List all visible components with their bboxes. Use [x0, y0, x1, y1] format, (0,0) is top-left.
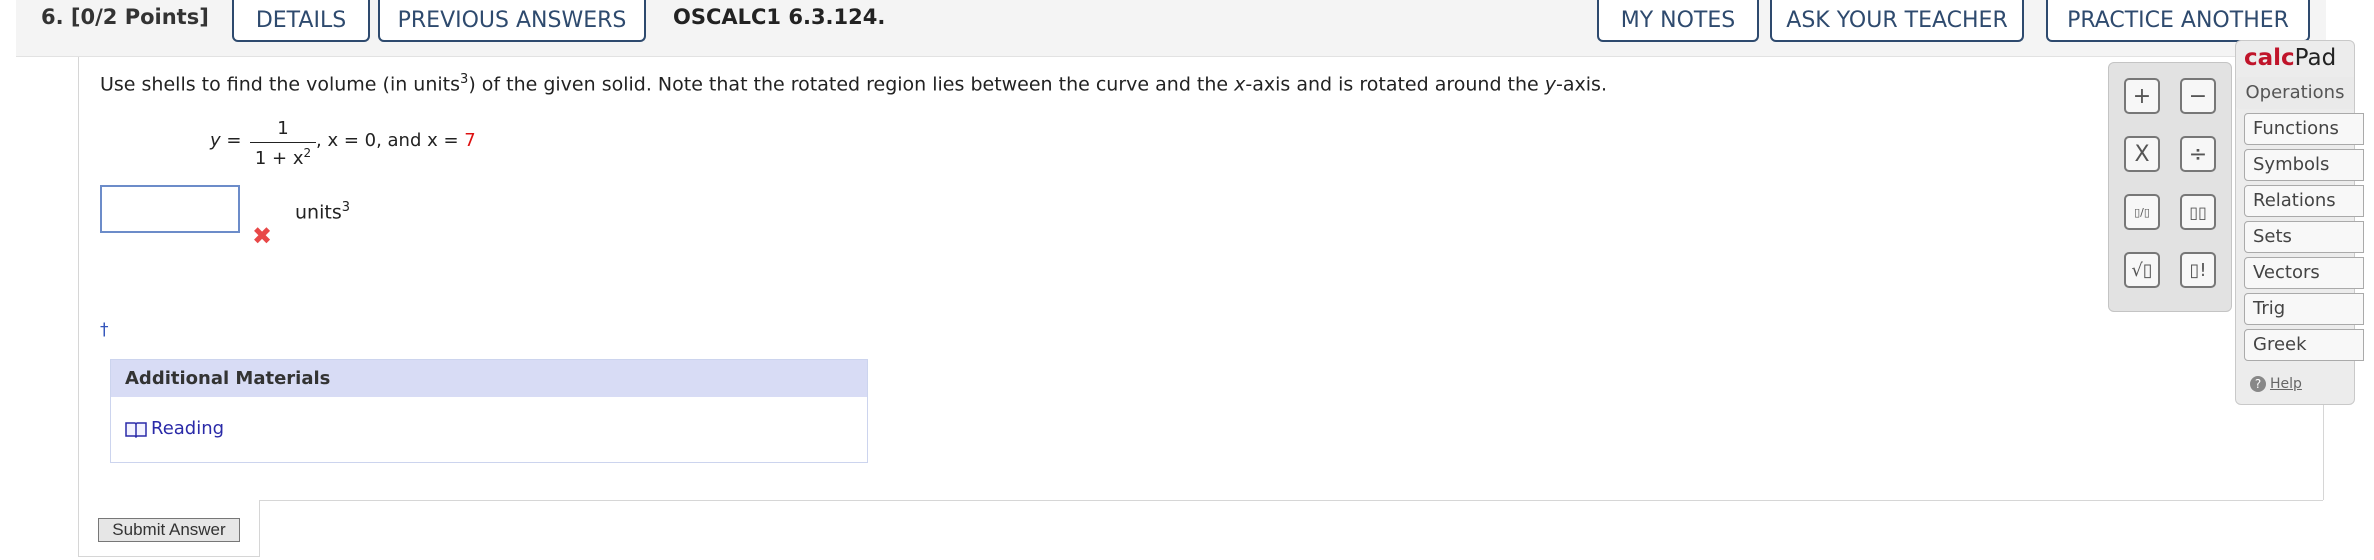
ask-your-teacher-button[interactable]: ASK YOUR TEACHER: [1770, 0, 2024, 42]
calcpad-tab-vectors[interactable]: Vectors: [2244, 257, 2364, 289]
practice-another-button[interactable]: PRACTICE ANOTHER: [2046, 0, 2310, 42]
calcpad-tab-greek[interactable]: Greek: [2244, 329, 2364, 361]
reading-link[interactable]: Reading: [125, 418, 224, 439]
calcpad-divide-button[interactable]: ÷: [2180, 136, 2216, 172]
reading-label: Reading: [151, 418, 225, 439]
equation-fraction: 1 1 + x2: [250, 118, 316, 169]
my-notes-button[interactable]: MY NOTES: [1597, 0, 1759, 42]
equation-lhs: y =: [210, 130, 242, 151]
details-button[interactable]: DETAILS: [232, 0, 370, 42]
help-icon: ?: [2250, 376, 2266, 392]
additional-materials-title: Additional Materials: [111, 360, 867, 397]
previous-answers-button[interactable]: PREVIOUS ANSWERS: [378, 0, 646, 42]
incorrect-icon: ✖: [252, 222, 273, 250]
calcpad-plus-button[interactable]: +: [2124, 78, 2160, 114]
units-label: units3: [295, 200, 350, 224]
footnote-dagger: †: [100, 320, 109, 340]
book-icon: [125, 421, 147, 438]
calcpad-sqrt-button[interactable]: √▯: [2124, 252, 2160, 288]
calcpad-tab-operations[interactable]: Operations: [2236, 77, 2354, 109]
question-prompt: Use shells to find the volume (in units3…: [100, 72, 1607, 96]
fraction-bar: [250, 142, 316, 143]
calcpad-tab-sets[interactable]: Sets: [2244, 221, 2364, 253]
content-frame-left: [78, 57, 79, 556]
equation-bounds: , x = 0, and x = 7: [316, 130, 476, 151]
fraction-denominator: 1 + x2: [254, 146, 312, 169]
calcpad-tab-functions[interactable]: Functions: [2244, 113, 2364, 145]
calcpad-fraction-button[interactable]: ▯/▯: [2124, 194, 2160, 230]
calcpad-multiply-button[interactable]: X: [2124, 136, 2160, 172]
content-frame-bottom: [260, 500, 2323, 501]
calcpad-title: calcPad: [2244, 45, 2337, 71]
additional-materials-panel: Additional Materials Reading: [110, 359, 868, 463]
calcpad-help-link[interactable]: ? Help: [2250, 376, 2302, 392]
content-frame-bottom-outer: [78, 556, 260, 557]
calcpad-tab-trig[interactable]: Trig: [2244, 293, 2364, 325]
question-id: OSCALC1 6.3.124.: [673, 5, 886, 29]
calcpad-tab-relations[interactable]: Relations: [2244, 185, 2364, 217]
calcpad-sidebar: calcPad Operations Functions Symbols Rel…: [2235, 40, 2364, 405]
calcpad-factorial-button[interactable]: ▯!: [2180, 252, 2216, 288]
calcpad-tab-symbols[interactable]: Symbols: [2244, 149, 2364, 181]
calcpad-exponent-button[interactable]: ▯▯: [2180, 194, 2216, 230]
question-number-points: 6. [0/2 Points]: [41, 5, 209, 29]
fraction-numerator: 1: [277, 118, 289, 139]
answer-input[interactable]: [100, 185, 240, 233]
calcpad-minus-button[interactable]: −: [2180, 78, 2216, 114]
upper-limit-value: 7: [464, 130, 476, 151]
question-number: 6.: [41, 5, 64, 29]
points-label: [0/2 Points]: [70, 5, 209, 29]
content-frame-notch: [259, 500, 260, 556]
submit-answer-button[interactable]: Submit Answer: [98, 518, 240, 542]
